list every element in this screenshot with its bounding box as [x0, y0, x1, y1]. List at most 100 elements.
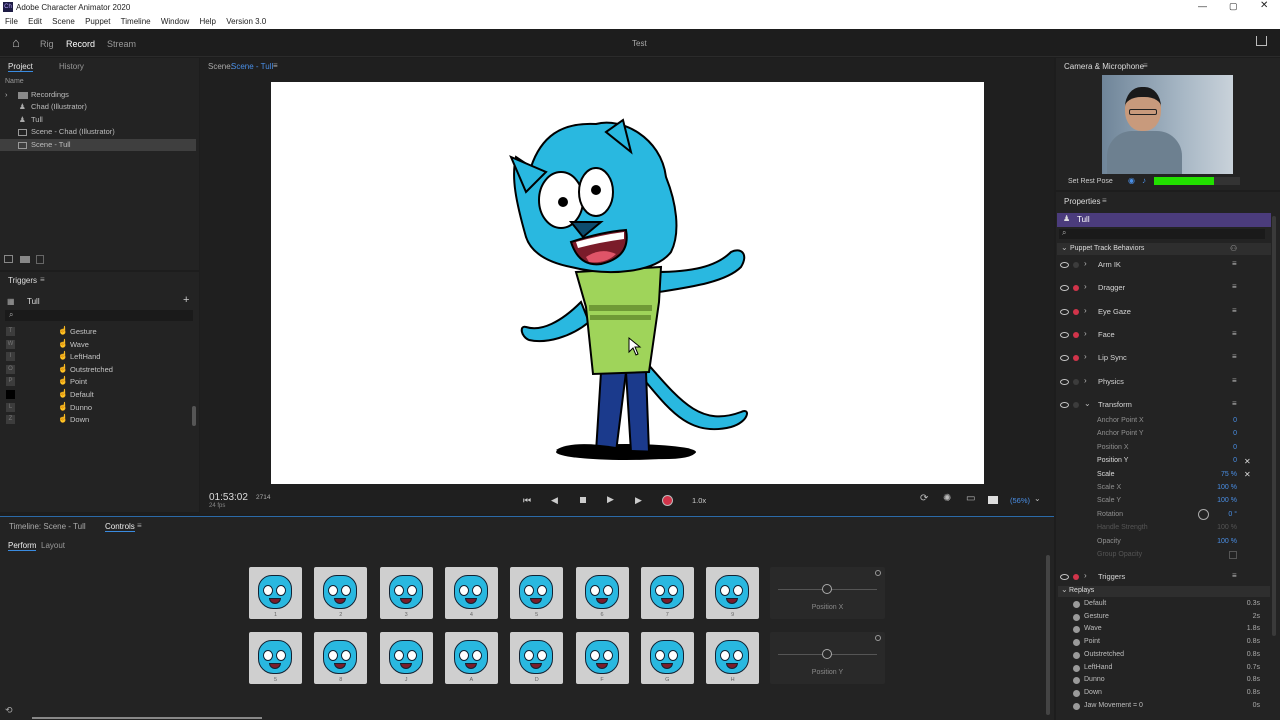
eye-icon[interactable]	[1060, 309, 1069, 315]
trigger-control-button[interactable]: 4	[444, 567, 498, 619]
home-icon[interactable]: ⌂	[12, 35, 20, 50]
record-arm-icon[interactable]	[1073, 262, 1079, 268]
chevron-right-icon[interactable]: ›	[1084, 571, 1087, 580]
eye-icon[interactable]	[1060, 285, 1069, 291]
trigger-search-input[interactable]: ⌕	[5, 310, 193, 321]
project-item-recordings[interactable]: › Recordings	[0, 89, 196, 101]
menu-scene[interactable]: Scene	[52, 17, 75, 26]
stop-icon[interactable]	[580, 497, 586, 503]
rotation-dial-icon[interactable]	[1198, 509, 1209, 520]
play-icon[interactable]	[1073, 613, 1080, 621]
microphone-icon[interactable]: ♪	[1142, 176, 1146, 185]
new-puppet-icon[interactable]	[4, 255, 13, 263]
trigger-row[interactable]: T ☝ Gesture	[0, 326, 196, 339]
trigger-control-button[interactable]: 3	[379, 567, 433, 619]
trigger-control-button[interactable]: D	[510, 632, 564, 684]
mode-stream[interactable]: Stream	[107, 39, 136, 49]
share-icon[interactable]	[1256, 36, 1267, 46]
menu-icon[interactable]: ≡	[1232, 376, 1237, 385]
menu-file[interactable]: File	[5, 17, 18, 26]
transform-property[interactable]: Anchor Point Y 0	[1097, 430, 1237, 442]
chevron-right-icon[interactable]: ›	[5, 89, 8, 101]
toggle-icon[interactable]	[875, 635, 881, 641]
scale-clear-icon[interactable]: ✕	[1244, 470, 1251, 479]
menu-icon[interactable]: ≡	[1232, 399, 1237, 408]
menu-icon[interactable]: ≡	[137, 521, 142, 530]
eye-icon[interactable]	[1060, 574, 1069, 580]
eye-icon[interactable]	[1060, 379, 1069, 385]
menu-edit[interactable]: Edit	[28, 17, 42, 26]
eye-icon[interactable]	[1060, 402, 1069, 408]
play-icon[interactable]	[1073, 601, 1080, 608]
trigger-control-button[interactable]: F	[575, 632, 629, 684]
set-rest-pose-button[interactable]: Set Rest Pose	[1068, 178, 1113, 185]
go-to-start-icon[interactable]: ⏮	[523, 495, 531, 506]
trigger-control-button[interactable]: 7	[640, 567, 694, 619]
trigger-control-button[interactable]: 5	[249, 632, 302, 684]
replay-item[interactable]: Point 0.8s	[1070, 637, 1260, 650]
replay-item[interactable]: LeftHand 0.7s	[1070, 663, 1260, 676]
trigger-control-button[interactable]: 6	[575, 567, 629, 619]
property-value[interactable]: 75 %	[1221, 471, 1237, 478]
position-y-slider[interactable]: Position Y	[770, 632, 885, 684]
trigger-control-button[interactable]: G	[640, 632, 694, 684]
property-value[interactable]: 0 °	[1228, 511, 1237, 518]
menu-icon[interactable]: ≡	[1143, 61, 1148, 70]
record-arm-icon[interactable]	[1073, 402, 1079, 408]
eye-icon[interactable]	[1060, 332, 1069, 338]
view-icon[interactable]	[988, 496, 998, 504]
play-icon[interactable]: ▶	[607, 494, 614, 505]
project-item-scene-tull[interactable]: Scene - Tull	[0, 139, 196, 151]
add-trigger-button[interactable]: +	[183, 294, 189, 306]
zoom-value[interactable]: (56%)	[1010, 496, 1030, 505]
eye-icon[interactable]	[1060, 262, 1069, 268]
behavior-dragger[interactable]: › Dragger ≡	[1057, 282, 1271, 298]
transform-property[interactable]: Group Opacity	[1097, 551, 1237, 563]
transform-property[interactable]: Position X 0	[1097, 444, 1237, 456]
minimize-icon[interactable]: —	[1198, 1, 1207, 11]
replay-item[interactable]: Wave 1.8s	[1070, 624, 1260, 637]
mode-record[interactable]: Record	[66, 39, 95, 49]
play-icon[interactable]	[1073, 702, 1080, 710]
toggle-icon[interactable]	[875, 570, 881, 576]
chat-icon[interactable]: ▭	[966, 493, 975, 504]
chevron-down-icon[interactable]: ⌄	[1061, 585, 1068, 594]
trigger-row[interactable]: Z ☝ Down	[0, 414, 196, 427]
trigger-row[interactable]: ☝ Default	[0, 389, 196, 402]
menu-version[interactable]: Version 3.0	[226, 17, 266, 26]
menu-icon[interactable]: ≡	[1232, 352, 1237, 361]
trigger-control-button[interactable]: 9	[706, 567, 760, 619]
transform-property[interactable]: Opacity 100 %	[1097, 538, 1237, 550]
refresh-icon[interactable]: ⟳	[920, 493, 928, 504]
behavior-lip-sync[interactable]: › Lip Sync ≡	[1057, 352, 1271, 368]
mode-rig[interactable]: Rig	[40, 39, 54, 49]
slider-knob[interactable]	[822, 649, 832, 659]
menu-icon[interactable]: ≡	[1102, 196, 1107, 205]
chevron-down-icon[interactable]: ⌄	[1061, 243, 1068, 252]
project-item-tull[interactable]: ♟ Tull	[0, 114, 196, 126]
replays-header[interactable]: ⌄ Replays	[1058, 585, 1270, 597]
tull-puppet[interactable]	[271, 82, 984, 484]
chevron-right-icon[interactable]: ›	[1084, 259, 1087, 268]
add-behavior-icon[interactable]: ⚇	[1230, 244, 1237, 253]
menu-icon[interactable]: ≡	[1232, 571, 1237, 580]
record-arm-icon[interactable]	[1073, 379, 1079, 385]
play-icon[interactable]	[1073, 639, 1080, 647]
property-value[interactable]: 0	[1233, 457, 1237, 464]
stream-icon[interactable]: ✺	[943, 493, 951, 504]
slider-knob[interactable]	[822, 584, 832, 594]
trigger-control-button[interactable]: 1	[249, 567, 302, 619]
scene-name[interactable]: Scene - Tull	[231, 62, 273, 71]
group-opacity-checkbox[interactable]	[1229, 551, 1237, 559]
behavior-eye-gaze[interactable]: › Eye Gaze ≡	[1057, 306, 1271, 322]
chevron-right-icon[interactable]: ›	[1084, 352, 1087, 361]
transform-property[interactable]: Handle Strength 100 %	[1097, 524, 1237, 536]
position-x-slider[interactable]: Position X	[770, 567, 885, 619]
tab-layout[interactable]: Layout	[41, 541, 65, 550]
trigger-control-button[interactable]: 2	[314, 567, 368, 619]
new-scene-icon[interactable]	[36, 255, 44, 264]
behavior-transform[interactable]: ⌄ Transform ≡	[1057, 399, 1271, 415]
transform-property[interactable]: Scale Y 100 %	[1097, 497, 1237, 509]
play-icon[interactable]	[1073, 677, 1080, 685]
transform-property[interactable]: Anchor Point X 0	[1097, 417, 1237, 429]
